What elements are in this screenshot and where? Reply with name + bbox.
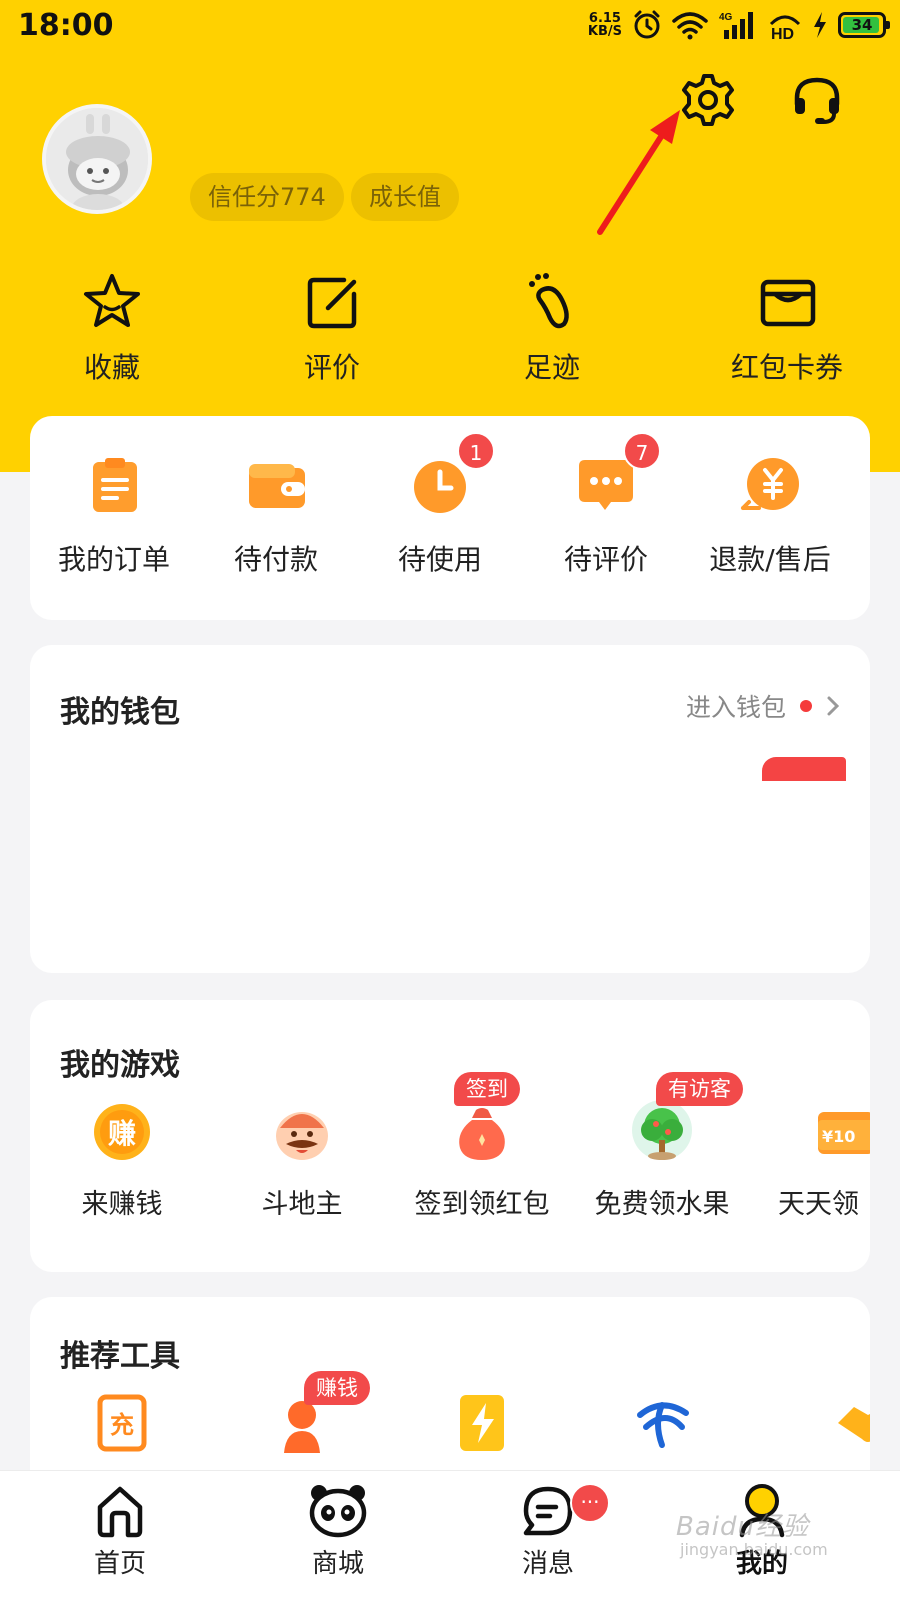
status-icons: 6.15 KB/S 4G HD 34 bbox=[587, 8, 890, 42]
signal-icon: 4G bbox=[719, 12, 753, 39]
growth-value-chip[interactable]: 成长值 bbox=[351, 173, 459, 221]
avatar-mascot-icon bbox=[46, 108, 148, 210]
tools-title: 推荐工具 bbox=[60, 1339, 180, 1374]
order-to-use[interactable]: 1 待使用 bbox=[356, 432, 524, 594]
svg-text:HD: HD bbox=[771, 26, 794, 40]
order-list-icon bbox=[93, 458, 137, 512]
footprint-icon bbox=[529, 273, 569, 329]
signin-tag-badge: 签到 bbox=[454, 1072, 520, 1106]
handshake-icon bbox=[838, 1407, 870, 1442]
earn-tag-badge: 赚钱 bbox=[304, 1371, 370, 1405]
alarm-icon bbox=[634, 10, 660, 39]
games-list: 赚 来赚钱 斗地主 签到 签到领红包 有访客 免费领水果 ¥10 天天领 bbox=[30, 1072, 870, 1250]
tool-earn[interactable]: 赚钱 bbox=[212, 1371, 392, 1473]
money-bag-icon bbox=[459, 1108, 505, 1160]
visitor-tag-badge: 有访客 bbox=[656, 1072, 743, 1106]
annotation-arrow-icon bbox=[597, 110, 680, 235]
game-daily-claim[interactable]: ¥10 天天领 bbox=[752, 1100, 870, 1250]
electricity-icon bbox=[460, 1395, 504, 1451]
avatar[interactable] bbox=[42, 104, 152, 214]
coin-icon: 赚 bbox=[94, 1104, 150, 1160]
order-refund[interactable]: 退款/售后 bbox=[686, 454, 854, 594]
order-pending-payment[interactable]: 待付款 bbox=[192, 454, 360, 594]
header-background bbox=[0, 0, 900, 472]
status-time: 18:00 bbox=[18, 8, 114, 43]
tools-list: 充 赚钱 bbox=[30, 1371, 870, 1473]
to-review-count-badge: 7 bbox=[623, 432, 661, 470]
nav-home[interactable]: 首页 bbox=[20, 1483, 220, 1599]
games-title: 我的游戏 bbox=[60, 1048, 180, 1083]
tool-electricity[interactable] bbox=[392, 1393, 572, 1473]
svg-text:¥10: ¥10 bbox=[822, 1127, 855, 1146]
wallet-icon bbox=[249, 464, 305, 508]
status-bar: 18:00 6.15 KB/S 4G HD 34 bbox=[0, 0, 900, 50]
net-speed: 6.15 KB/S bbox=[587, 11, 622, 39]
chevron-right-icon bbox=[827, 696, 840, 716]
hd-icon: HD bbox=[769, 15, 801, 40]
games-card: 我的游戏 赚 来赚钱 斗地主 签到 签到领红包 有访客 免费领水果 ¥10 天天… bbox=[30, 1000, 870, 1272]
customer-service-headset-icon[interactable] bbox=[789, 72, 845, 128]
wifi-icon bbox=[672, 12, 708, 40]
panda-icon bbox=[309, 1485, 367, 1538]
game-earn-money[interactable]: 赚 来赚钱 bbox=[32, 1100, 212, 1250]
wallet-title: 我的钱包 bbox=[60, 695, 180, 730]
edit-icon bbox=[307, 277, 357, 329]
svg-text:赚: 赚 bbox=[108, 1117, 136, 1150]
tool-handshake[interactable] bbox=[752, 1393, 870, 1473]
star-icon bbox=[84, 274, 140, 327]
trust-score-chip[interactable]: 信任分774 bbox=[190, 173, 344, 221]
quick-actions: 收藏 评价 足迹 红包卡券 bbox=[0, 270, 900, 390]
nav-mall[interactable]: 商城 bbox=[238, 1483, 438, 1599]
watermark: Baidu经验 bbox=[676, 1512, 809, 1542]
notification-dot bbox=[800, 700, 812, 712]
refund-icon bbox=[741, 458, 799, 510]
game-free-fruit[interactable]: 有访客 免费领水果 bbox=[572, 1072, 752, 1250]
enter-wallet-link[interactable]: 进入钱包 bbox=[686, 691, 840, 722]
message-icon bbox=[523, 1486, 573, 1536]
watermark-url: jingyan.baidu.com bbox=[680, 1540, 828, 1559]
battery-indicator: 34 bbox=[838, 12, 890, 38]
order-all[interactable]: 我的订单 bbox=[30, 454, 198, 594]
wallet-promo-tag bbox=[762, 757, 846, 781]
tool-telecom[interactable] bbox=[572, 1393, 752, 1473]
quick-action-reviews[interactable]: 评价 bbox=[247, 270, 417, 390]
svg-text:充: 充 bbox=[110, 1411, 134, 1439]
coupon-icon: ¥10 bbox=[818, 1112, 870, 1154]
quick-action-footprints[interactable]: 足迹 bbox=[467, 270, 637, 390]
wallet-card: 我的钱包 进入钱包 bbox=[30, 645, 870, 973]
game-doudizhu[interactable]: 斗地主 bbox=[212, 1100, 392, 1250]
wallet-card-icon bbox=[760, 279, 816, 327]
order-to-review[interactable]: 7 待评价 bbox=[522, 432, 690, 594]
recharge-icon: 充 bbox=[97, 1394, 147, 1452]
svg-text:4G: 4G bbox=[719, 12, 733, 23]
telecom-icon bbox=[637, 1402, 689, 1448]
tool-recharge[interactable]: 充 bbox=[32, 1393, 212, 1473]
to-use-count-badge: 1 bbox=[457, 432, 495, 470]
message-badge: ··· bbox=[570, 1483, 610, 1523]
quick-action-favorites[interactable]: 收藏 bbox=[27, 270, 197, 390]
fruit-tree-icon bbox=[632, 1100, 692, 1160]
quick-action-coupons[interactable]: 红包卡券 bbox=[702, 270, 872, 390]
orders-card: 我的订单 待付款 1 待使用 7 待评价 退款/售后 bbox=[30, 416, 870, 620]
home-icon bbox=[97, 1486, 143, 1538]
nav-messages[interactable]: ··· 消息 bbox=[448, 1483, 648, 1599]
landlord-icon bbox=[276, 1112, 328, 1160]
charging-icon bbox=[814, 12, 826, 38]
game-signin-redpacket[interactable]: 签到 签到领红包 bbox=[392, 1072, 572, 1250]
